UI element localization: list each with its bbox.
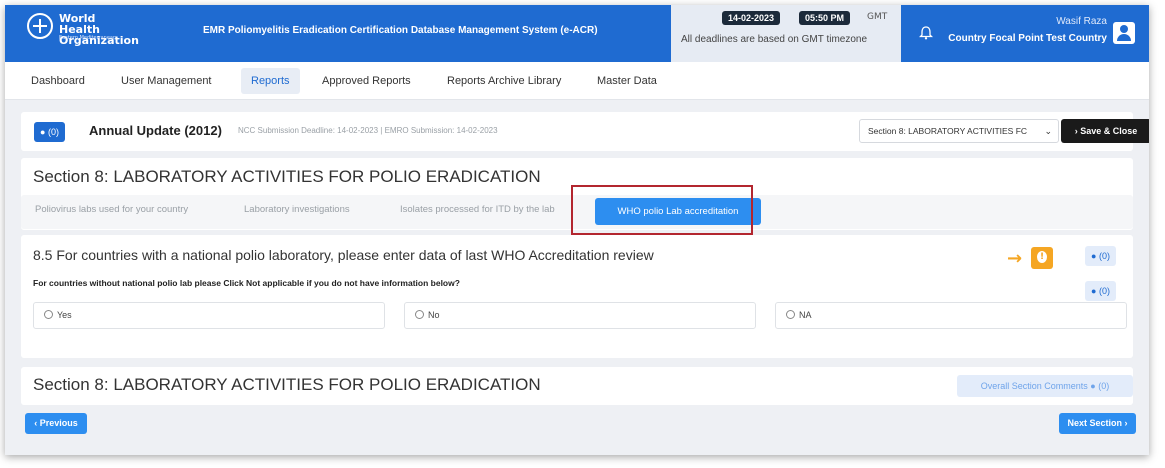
time-panel: 14-02-2023 05:50 PM GMT All deadlines ar… bbox=[671, 5, 901, 62]
overall-comments-label: Overall Section Comments bbox=[980, 381, 1088, 391]
section-select-value: Section 8: LABORATORY ACTIVITIES FC bbox=[868, 126, 1028, 136]
main-nav: Dashboard User Management Reports Approv… bbox=[5, 62, 1149, 100]
option-no-label: No bbox=[428, 310, 440, 320]
warning-icon[interactable] bbox=[1031, 247, 1053, 269]
previous-label: Previous bbox=[39, 418, 78, 428]
next-label: Next Section bbox=[1067, 418, 1122, 428]
radio-icon[interactable] bbox=[44, 310, 53, 319]
report-header-card: ● (0) Annual Update (2012) NCC Submissio… bbox=[21, 112, 1149, 151]
section-title: Section 8: LABORATORY ACTIVITIES FOR POL… bbox=[33, 167, 541, 186]
org-name: World Health Organization bbox=[59, 12, 139, 47]
app-window: World Health Organization Eastern Medite… bbox=[5, 5, 1149, 455]
arrow-right-icon: → bbox=[1007, 248, 1023, 269]
nav-dashboard[interactable]: Dashboard bbox=[21, 68, 95, 94]
footer-section-title: Section 8: LABORATORY ACTIVITIES FOR POL… bbox=[33, 375, 541, 394]
question-card: 8.5 For countries with a national polio … bbox=[21, 235, 1133, 358]
radio-icon[interactable] bbox=[786, 310, 795, 319]
comments-icon: ● bbox=[40, 127, 46, 137]
nav-master-data[interactable]: Master Data bbox=[587, 68, 667, 94]
report-comments-count: (0) bbox=[47, 127, 59, 137]
nav-approved-reports[interactable]: Approved Reports bbox=[312, 68, 421, 94]
highlight-annotation bbox=[571, 185, 753, 235]
deadline-note: All deadlines are based on GMT timezone bbox=[681, 34, 868, 45]
option-no[interactable]: No bbox=[404, 302, 756, 329]
previous-button[interactable]: ‹ Previous bbox=[25, 413, 87, 434]
overall-comments-button[interactable]: Overall Section Comments ● (0) bbox=[957, 375, 1133, 397]
comments-icon: ● bbox=[1090, 381, 1096, 391]
save-close-label: Save & Close bbox=[1080, 126, 1138, 136]
option-na-label: NA bbox=[799, 310, 812, 320]
section-select[interactable]: Section 8: LABORATORY ACTIVITIES FC ⌄ bbox=[859, 119, 1059, 143]
avatar-icon[interactable] bbox=[1113, 22, 1135, 44]
radio-icon[interactable] bbox=[415, 310, 424, 319]
report-title: Annual Update (2012) bbox=[89, 123, 222, 138]
question-comments-button[interactable]: ● (0) bbox=[1085, 246, 1116, 266]
timezone-label: GMT bbox=[867, 12, 888, 22]
user-role[interactable]: Country Focal Point Test Country bbox=[948, 33, 1107, 44]
tab-laboratory-investigations[interactable]: Laboratory investigations bbox=[244, 204, 350, 215]
question-subtitle: For countries without national polio lab… bbox=[33, 278, 460, 288]
top-header: World Health Organization Eastern Medite… bbox=[5, 5, 1149, 62]
app-title: EMR Poliomyelitis Eradication Certificat… bbox=[203, 25, 598, 36]
question-title: 8.5 For countries with a national polio … bbox=[33, 247, 654, 263]
org-region: Eastern Mediterranean bbox=[59, 35, 117, 41]
next-section-button[interactable]: Next Section › bbox=[1059, 413, 1136, 434]
user-name[interactable]: Wasif Raza bbox=[1056, 16, 1107, 27]
option-na[interactable]: NA bbox=[775, 302, 1127, 329]
overall-comments-count: (0) bbox=[1098, 381, 1110, 391]
question-comments-count: (0) bbox=[1098, 251, 1110, 261]
nav-reports[interactable]: Reports bbox=[241, 68, 300, 94]
who-logo[interactable]: World Health Organization Eastern Medite… bbox=[27, 13, 157, 46]
date-badge: 14-02-2023 bbox=[722, 11, 781, 25]
chevron-down-icon: ⌄ bbox=[1044, 126, 1052, 136]
comments-icon: ● bbox=[1091, 251, 1097, 261]
tab-isolates-itd[interactable]: Isolates processed for ITD by the lab bbox=[400, 204, 555, 215]
subquestion-comments-button[interactable]: ● (0) bbox=[1085, 281, 1116, 301]
globe-icon bbox=[27, 13, 53, 39]
bell-icon[interactable] bbox=[919, 26, 933, 40]
subquestion-comments-count: (0) bbox=[1098, 286, 1110, 296]
option-yes[interactable]: Yes bbox=[33, 302, 385, 329]
time-badge: 05:50 PM bbox=[799, 11, 851, 25]
nav-user-management[interactable]: User Management bbox=[111, 68, 222, 94]
nav-reports-archive[interactable]: Reports Archive Library bbox=[437, 68, 571, 94]
report-comments-button[interactable]: ● (0) bbox=[34, 122, 65, 142]
save-close-button[interactable]: › Save & Close bbox=[1061, 119, 1149, 143]
tab-poliovirus-labs[interactable]: Poliovirus labs used for your country bbox=[35, 204, 188, 215]
option-yes-label: Yes bbox=[57, 310, 72, 320]
report-deadlines: NCC Submission Deadline: 14-02-2023 | EM… bbox=[238, 126, 498, 135]
comments-icon: ● bbox=[1091, 286, 1097, 296]
